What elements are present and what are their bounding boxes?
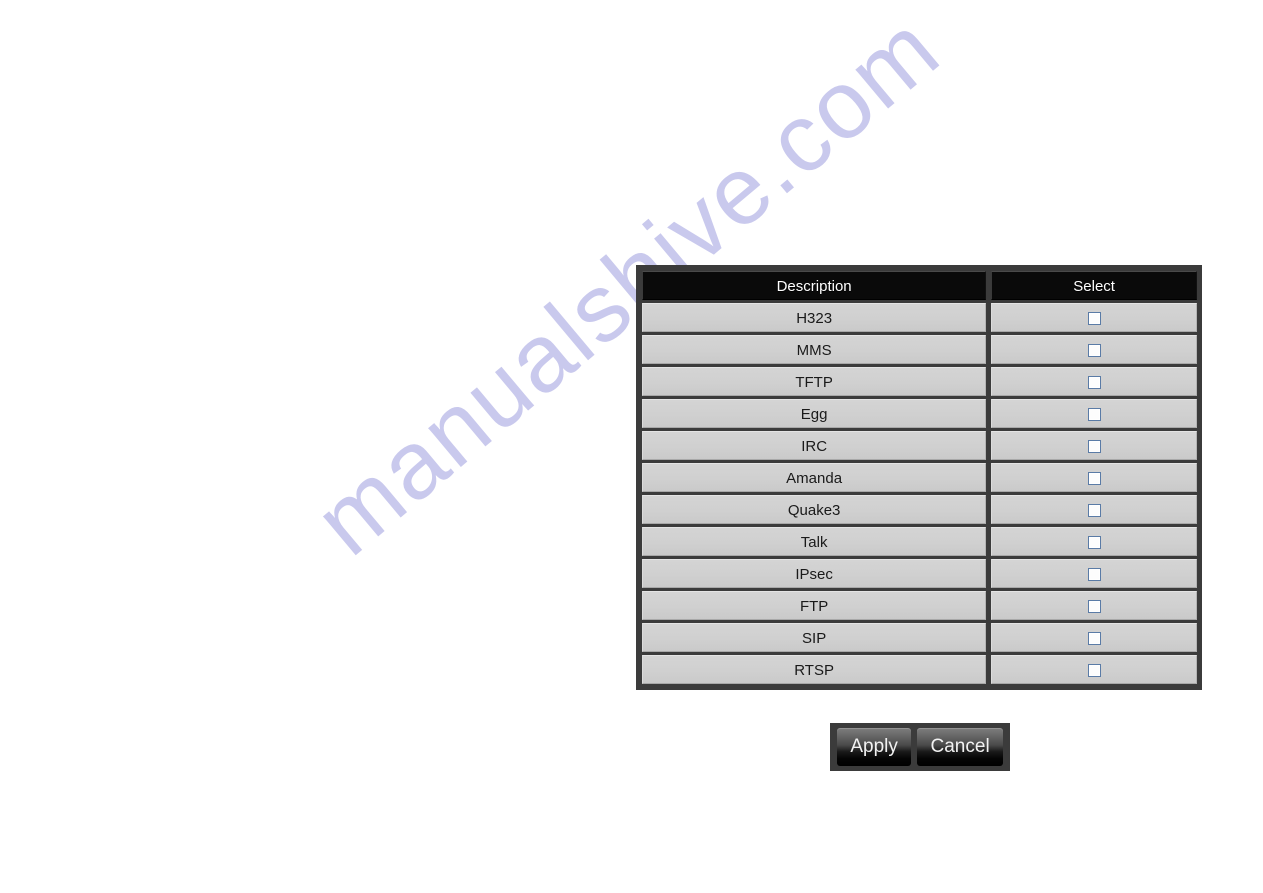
select-checkbox[interactable] (1087, 471, 1101, 485)
cell-select (991, 559, 1197, 588)
table-row: RTSP (642, 655, 1197, 684)
table-row: IPsec (642, 559, 1197, 588)
cell-select (991, 623, 1197, 652)
cell-select (991, 655, 1197, 684)
cell-description: Talk (642, 527, 987, 556)
cell-select (991, 335, 1197, 364)
cell-description: Quake3 (642, 495, 987, 524)
cell-select (991, 463, 1197, 492)
select-checkbox[interactable] (1087, 663, 1101, 677)
select-checkbox[interactable] (1087, 407, 1101, 421)
select-checkbox[interactable] (1087, 503, 1101, 517)
cell-description: Egg (642, 399, 987, 428)
column-header-select: Select (991, 271, 1197, 300)
cell-select (991, 367, 1197, 396)
table-row: Egg (642, 399, 1197, 428)
select-checkbox[interactable] (1087, 439, 1101, 453)
cell-select (991, 591, 1197, 620)
action-button-bar: Apply Cancel (830, 723, 1010, 771)
cell-description: SIP (642, 623, 987, 652)
column-header-description: Description (642, 271, 987, 300)
select-checkbox[interactable] (1087, 567, 1101, 581)
select-checkbox[interactable] (1087, 599, 1101, 613)
table-header-row: Description Select (642, 271, 1197, 300)
table-row: H323 (642, 303, 1197, 332)
table-row: Talk (642, 527, 1197, 556)
table-row: TFTP (642, 367, 1197, 396)
cell-description: TFTP (642, 367, 987, 396)
cell-description: IRC (642, 431, 987, 460)
table-row: MMS (642, 335, 1197, 364)
table-row: IRC (642, 431, 1197, 460)
cell-select (991, 399, 1197, 428)
table-row: FTP (642, 591, 1197, 620)
select-checkbox[interactable] (1087, 343, 1101, 357)
cell-description: RTSP (642, 655, 987, 684)
cell-description: FTP (642, 591, 987, 620)
cell-select (991, 303, 1197, 332)
table-row: Amanda (642, 463, 1197, 492)
cell-description: MMS (642, 335, 987, 364)
cell-select (991, 527, 1197, 556)
select-checkbox[interactable] (1087, 535, 1101, 549)
apply-button[interactable]: Apply (837, 728, 912, 766)
alg-table: Description Select H323 MMS TFTP Egg IRC Aman… (636, 265, 1202, 690)
select-checkbox[interactable] (1087, 375, 1101, 389)
cell-select (991, 431, 1197, 460)
cell-description: H323 (642, 303, 987, 332)
select-checkbox[interactable] (1087, 631, 1101, 645)
cell-description: IPsec (642, 559, 987, 588)
cancel-button[interactable]: Cancel (917, 728, 1003, 766)
cell-description: Amanda (642, 463, 987, 492)
cell-select (991, 495, 1197, 524)
table-row: SIP (642, 623, 1197, 652)
select-checkbox[interactable] (1087, 311, 1101, 325)
table-row: Quake3 (642, 495, 1197, 524)
table-body: H323 MMS TFTP Egg IRC Amanda Quake3 Talk IPsec FT… (642, 303, 1197, 684)
alg-settings-panel: Description Select H323 MMS TFTP Egg IRC Aman… (636, 265, 1202, 690)
